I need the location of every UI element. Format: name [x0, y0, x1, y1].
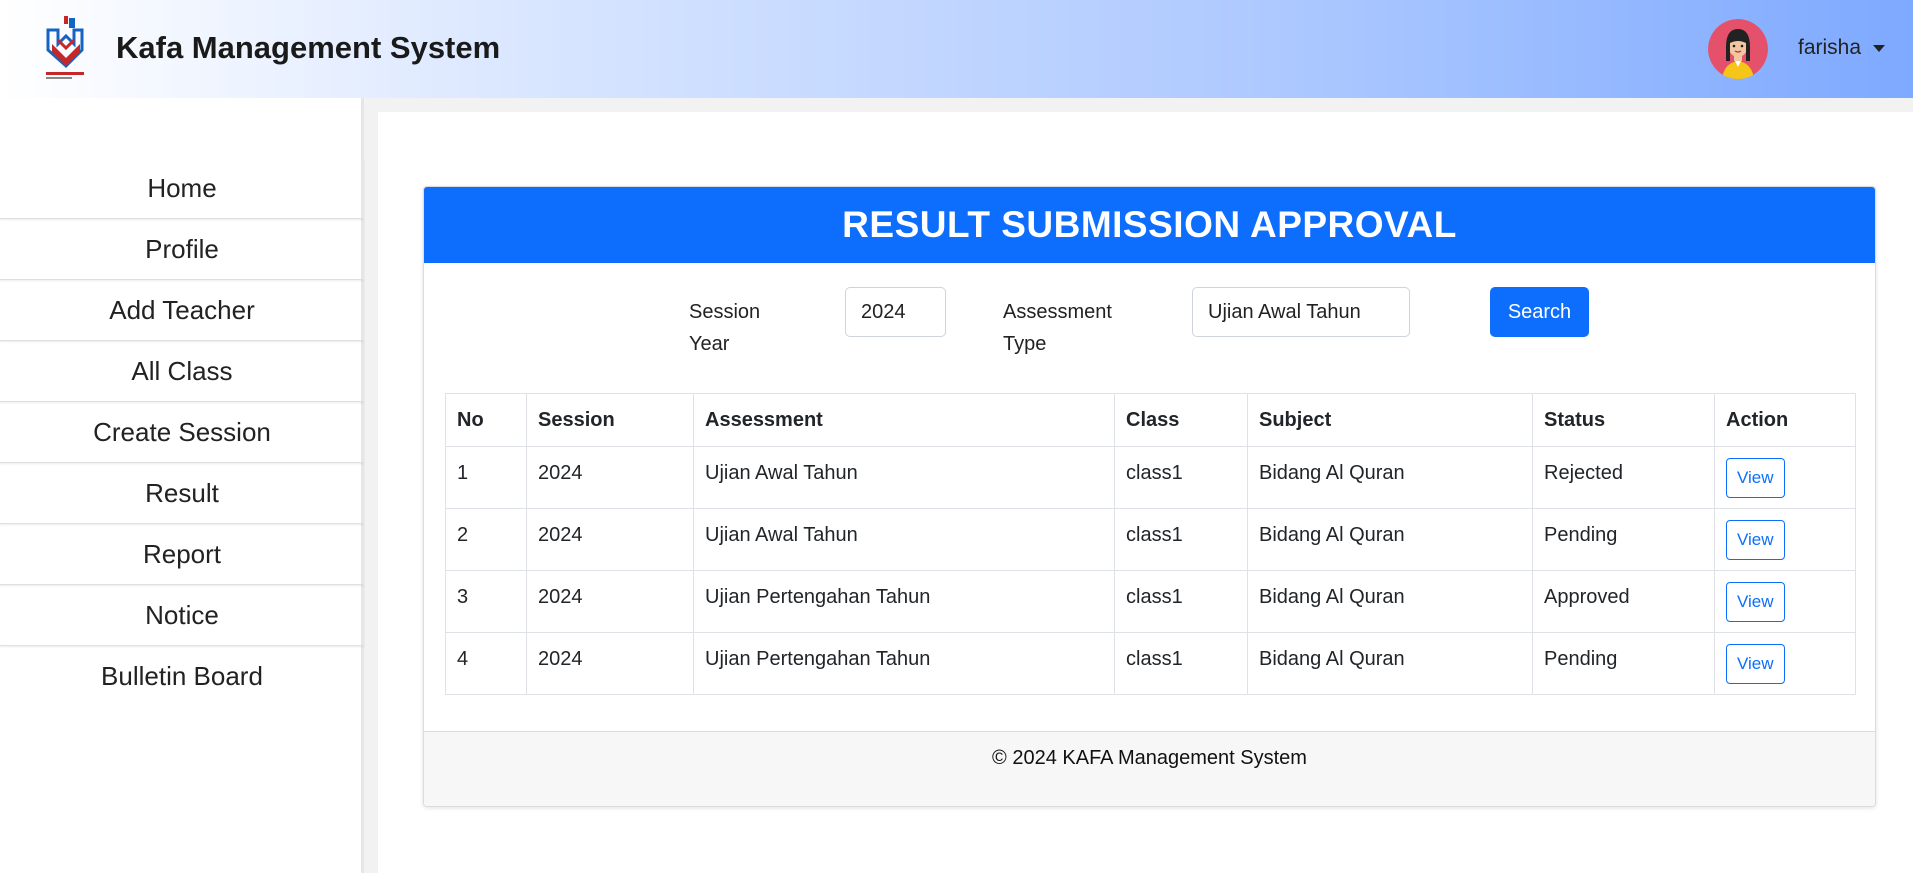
cell-no: 4 — [445, 632, 527, 695]
col-action: Action — [1714, 393, 1856, 447]
sidebar-item-home[interactable]: Home — [0, 158, 364, 219]
sidebar-nav: Home Profile Add Teacher All Class Creat… — [0, 98, 364, 873]
col-assessment: Assessment — [693, 393, 1115, 447]
cell-assessment: Ujian Awal Tahun — [693, 446, 1115, 509]
cell-action: View — [1714, 632, 1856, 695]
cell-class: class1 — [1114, 508, 1248, 571]
page-title: RESULT SUBMISSION APPROVAL — [424, 187, 1875, 263]
cell-subject: Bidang Al Quran — [1247, 508, 1533, 571]
cell-subject: Bidang Al Quran — [1247, 570, 1533, 633]
cell-session: 2024 — [526, 508, 694, 571]
view-button[interactable]: View — [1726, 582, 1785, 622]
col-no: No — [445, 393, 527, 447]
col-session: Session — [526, 393, 694, 447]
col-subject: Subject — [1247, 393, 1533, 447]
table-row: 4 2024 Ujian Pertengahan Tahun class1 Bi… — [445, 632, 1856, 695]
kafa-logo — [40, 14, 90, 84]
cell-status: Approved — [1532, 570, 1715, 633]
caret-down-icon — [1873, 44, 1886, 52]
assessment-type-input[interactable]: Ujian Awal Tahun — [1192, 287, 1410, 337]
view-button[interactable]: View — [1726, 520, 1785, 560]
cell-subject: Bidang Al Quran — [1247, 632, 1533, 695]
col-class: Class — [1114, 393, 1248, 447]
user-menu-dropdown[interactable]: farisha — [1798, 36, 1886, 60]
session-year-label: Session Year — [689, 301, 761, 355]
cell-class: class1 — [1114, 632, 1248, 695]
sidebar-item-notice[interactable]: Notice — [0, 585, 364, 646]
cell-no: 1 — [445, 446, 527, 509]
cell-session: 2024 — [526, 446, 694, 509]
view-button[interactable]: View — [1726, 458, 1785, 498]
app-title: Kafa Management System — [116, 30, 501, 65]
cell-session: 2024 — [526, 570, 694, 633]
col-status: Status — [1532, 393, 1715, 447]
user-avatar[interactable] — [1708, 19, 1768, 79]
sidebar-item-report[interactable]: Report — [0, 524, 364, 585]
cell-assessment: Ujian Pertengahan Tahun — [693, 632, 1115, 695]
table-header-row: No Session Assessment Class Subject Stat… — [445, 393, 1856, 447]
table-row: 3 2024 Ujian Pertengahan Tahun class1 Bi… — [445, 570, 1856, 633]
sidebar-item-result[interactable]: Result — [0, 463, 364, 524]
cell-status: Pending — [1532, 632, 1715, 695]
cell-no: 2 — [445, 508, 527, 571]
cell-action: View — [1714, 570, 1856, 633]
cell-assessment: Ujian Pertengahan Tahun — [693, 570, 1115, 633]
approval-card: RESULT SUBMISSION APPROVAL Session Year … — [423, 186, 1876, 807]
cell-class: class1 — [1114, 446, 1248, 509]
sidebar-item-add-teacher[interactable]: Add Teacher — [0, 280, 364, 341]
username-label: farisha — [1798, 36, 1862, 59]
view-button[interactable]: View — [1726, 644, 1785, 684]
main-content: RESULT SUBMISSION APPROVAL Session Year … — [378, 112, 1913, 873]
sidebar-item-profile[interactable]: Profile — [0, 219, 364, 280]
cell-no: 3 — [445, 570, 527, 633]
table-row: 1 2024 Ujian Awal Tahun class1 Bidang Al… — [445, 446, 1856, 509]
cell-session: 2024 — [526, 632, 694, 695]
sidebar-item-all-class[interactable]: All Class — [0, 341, 364, 402]
assessment-type-label: Assessment Type — [1003, 301, 1112, 355]
cell-subject: Bidang Al Quran — [1247, 446, 1533, 509]
table-row: 2 2024 Ujian Awal Tahun class1 Bidang Al… — [445, 508, 1856, 571]
cell-status: Rejected — [1532, 446, 1715, 509]
cell-assessment: Ujian Awal Tahun — [693, 508, 1115, 571]
cell-action: View — [1714, 446, 1856, 509]
cell-action: View — [1714, 508, 1856, 571]
cell-status: Pending — [1532, 508, 1715, 571]
search-button[interactable]: Search — [1490, 287, 1589, 337]
session-year-input[interactable]: 2024 — [845, 287, 946, 337]
results-table: No Session Assessment Class Subject Stat… — [445, 393, 1856, 695]
top-header: Kafa Management System farisha — [0, 0, 1913, 98]
page-footer: © 2024 KAFA Management System — [424, 731, 1875, 806]
sidebar-item-bulletin-board[interactable]: Bulletin Board — [0, 646, 364, 707]
sidebar-item-create-session[interactable]: Create Session — [0, 402, 364, 463]
cell-class: class1 — [1114, 570, 1248, 633]
